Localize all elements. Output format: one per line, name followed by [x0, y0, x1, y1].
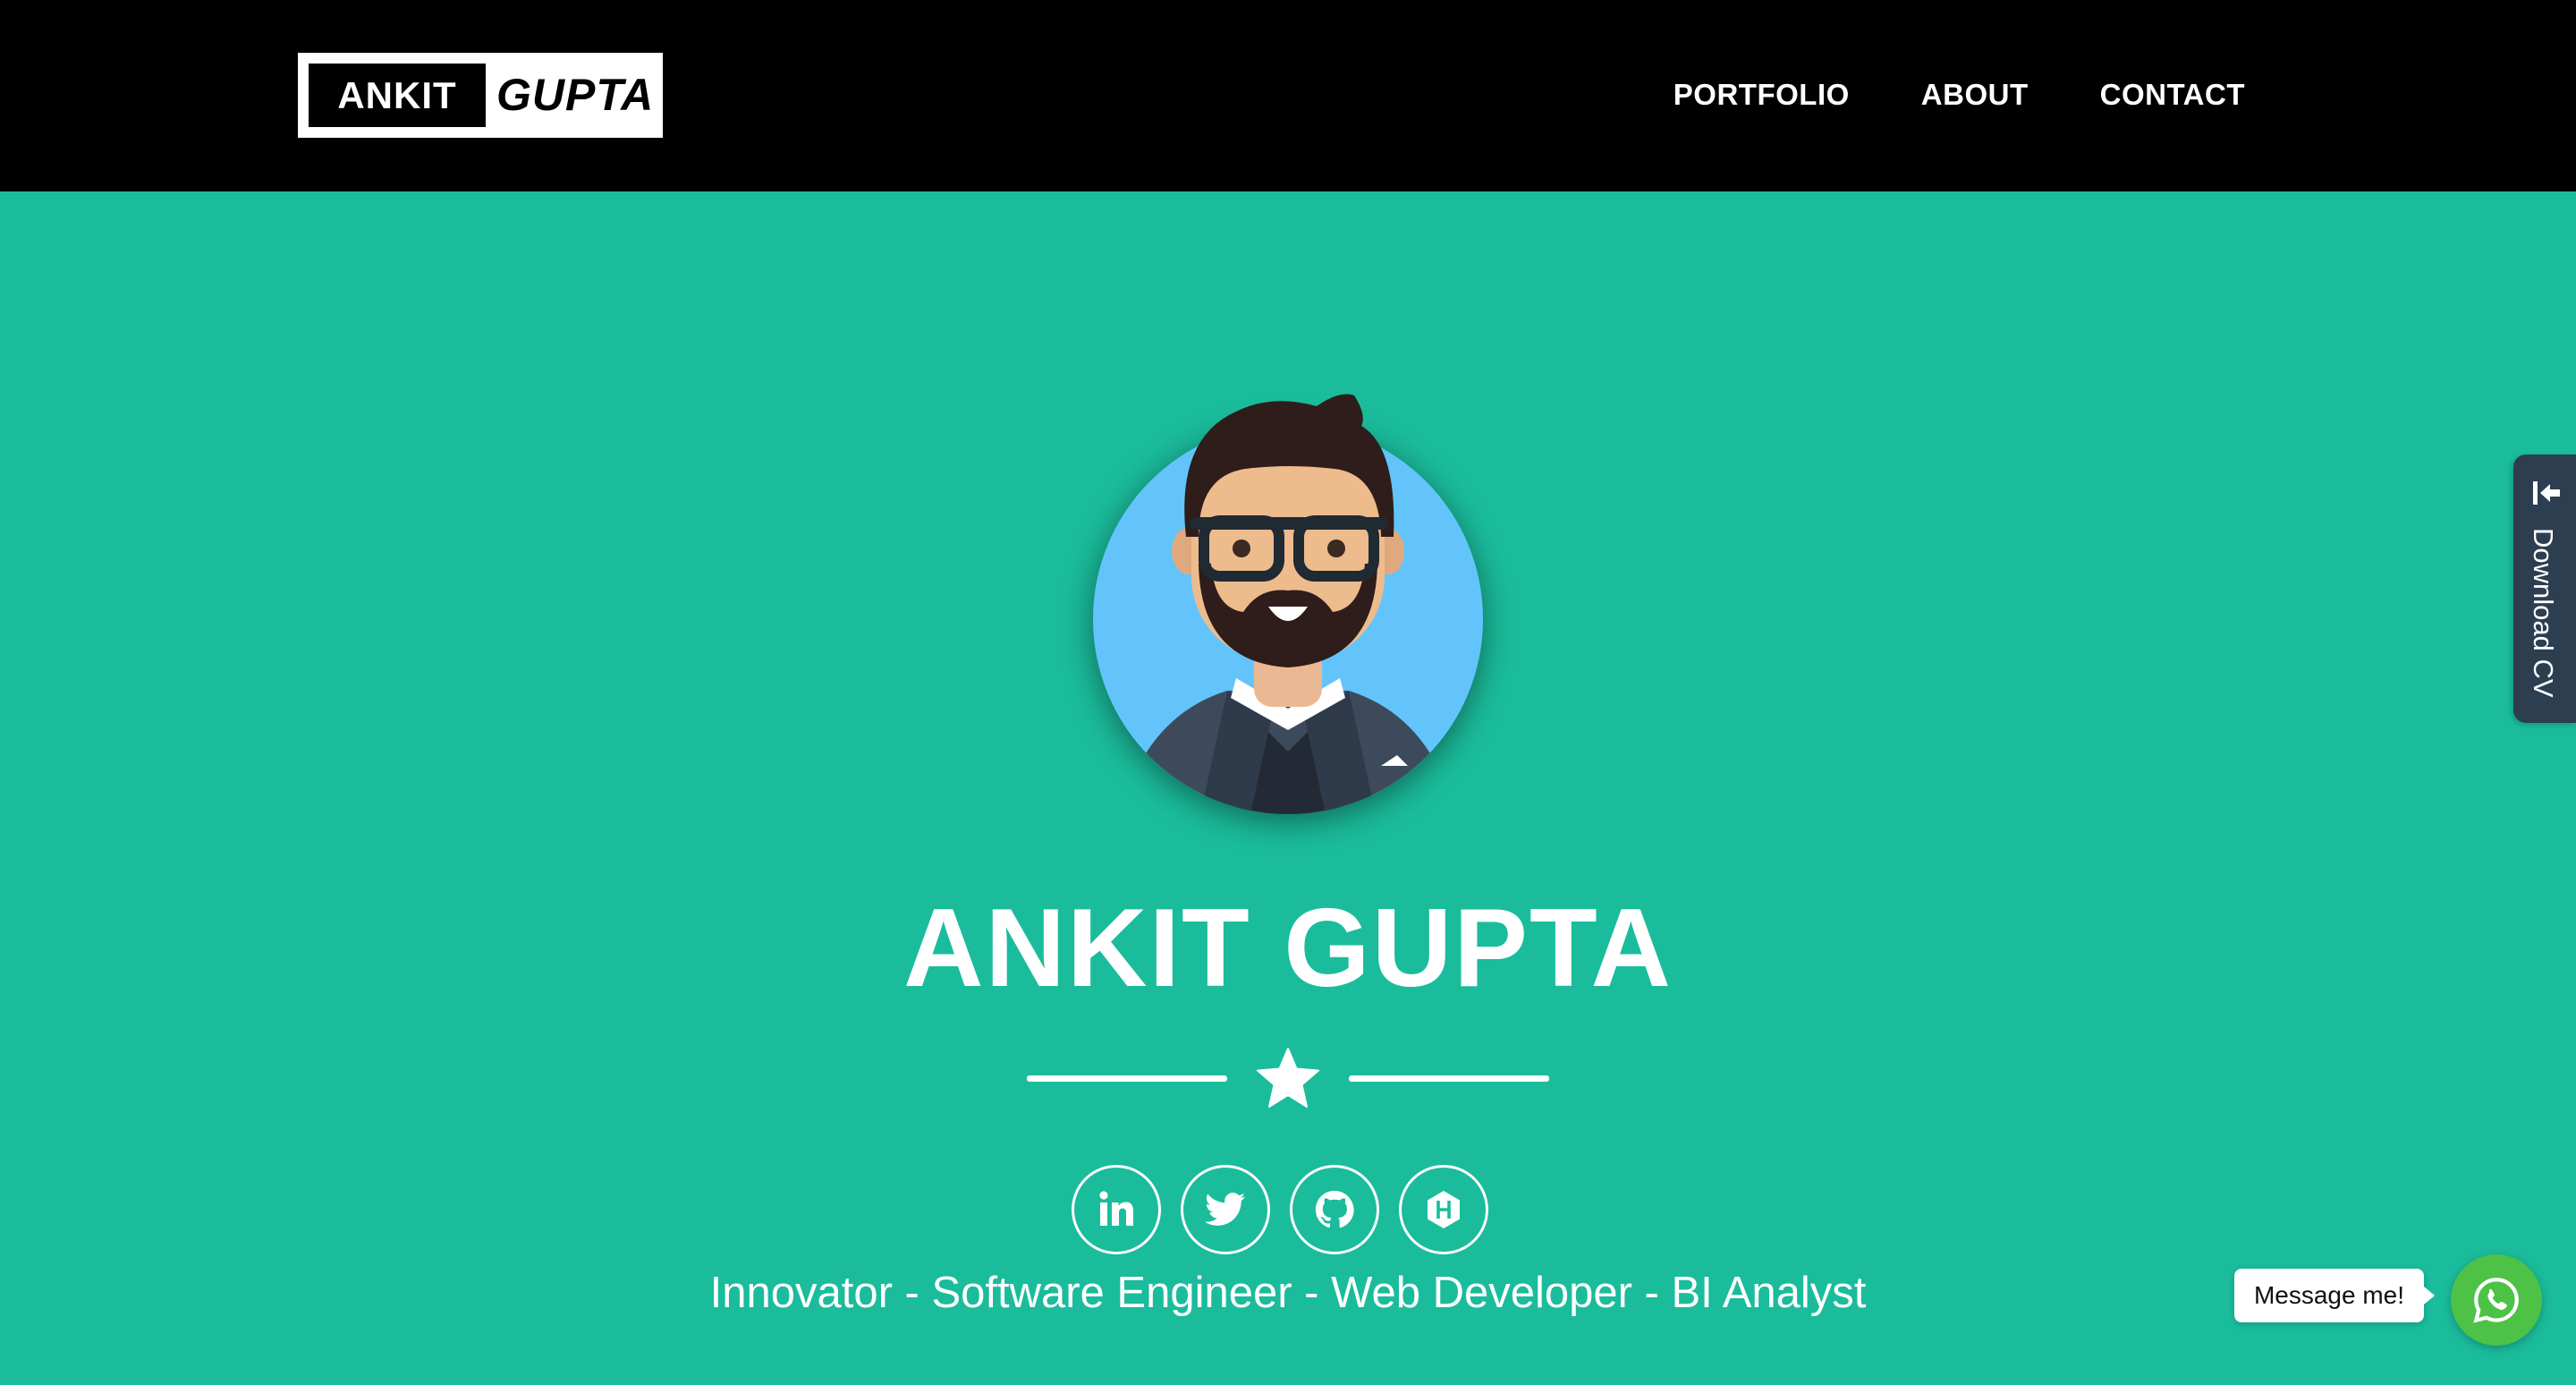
divider-line-right: [1349, 1075, 1549, 1082]
hero-tagline: Innovator - Software Engineer - Web Deve…: [709, 1269, 1867, 1317]
brand-last-name: GUPTA: [496, 70, 655, 120]
hackerrank-icon: [1428, 1191, 1460, 1228]
hero-name: ANKIT GUPTA: [902, 887, 1674, 1010]
avatar: [1093, 376, 1483, 814]
social-links: [1072, 1165, 1504, 1258]
whatsapp-icon: [2473, 1278, 2519, 1323]
github-button[interactable]: [1290, 1165, 1379, 1254]
twitter-button[interactable]: [1181, 1165, 1270, 1254]
navbar: ANKIT GUPTA PORTFOLIO ABOUT CONTACT: [0, 0, 2576, 191]
twitter-icon: [1205, 1193, 1246, 1226]
brand-logo[interactable]: ANKIT GUPTA: [298, 53, 663, 138]
linkedin-button[interactable]: [1072, 1165, 1161, 1254]
avatar-illustration: [1093, 394, 1483, 814]
github-icon: [1315, 1190, 1354, 1228]
linkedin-icon: [1099, 1191, 1133, 1226]
hackerrank-button[interactable]: [1399, 1165, 1488, 1254]
download-cv-button[interactable]: Download CV: [2513, 455, 2576, 723]
nav-link-about[interactable]: ABOUT: [1921, 72, 2029, 118]
download-cv-label: Download CV: [2528, 528, 2559, 698]
message-me-bubble[interactable]: Message me!: [2234, 1269, 2435, 1322]
whatsapp-button[interactable]: [2451, 1254, 2542, 1346]
download-arrow-icon: [2533, 481, 2560, 505]
nav-link-portfolio[interactable]: PORTFOLIO: [1674, 72, 1850, 118]
star-divider: [1027, 1047, 1549, 1109]
brand-first-name: ANKIT: [309, 64, 486, 127]
star-icon: [1257, 1048, 1319, 1108]
nav-menu: PORTFOLIO ABOUT CONTACT: [1674, 72, 2245, 118]
divider-line-left: [1027, 1075, 1227, 1082]
nav-link-contact[interactable]: CONTACT: [2100, 72, 2245, 118]
